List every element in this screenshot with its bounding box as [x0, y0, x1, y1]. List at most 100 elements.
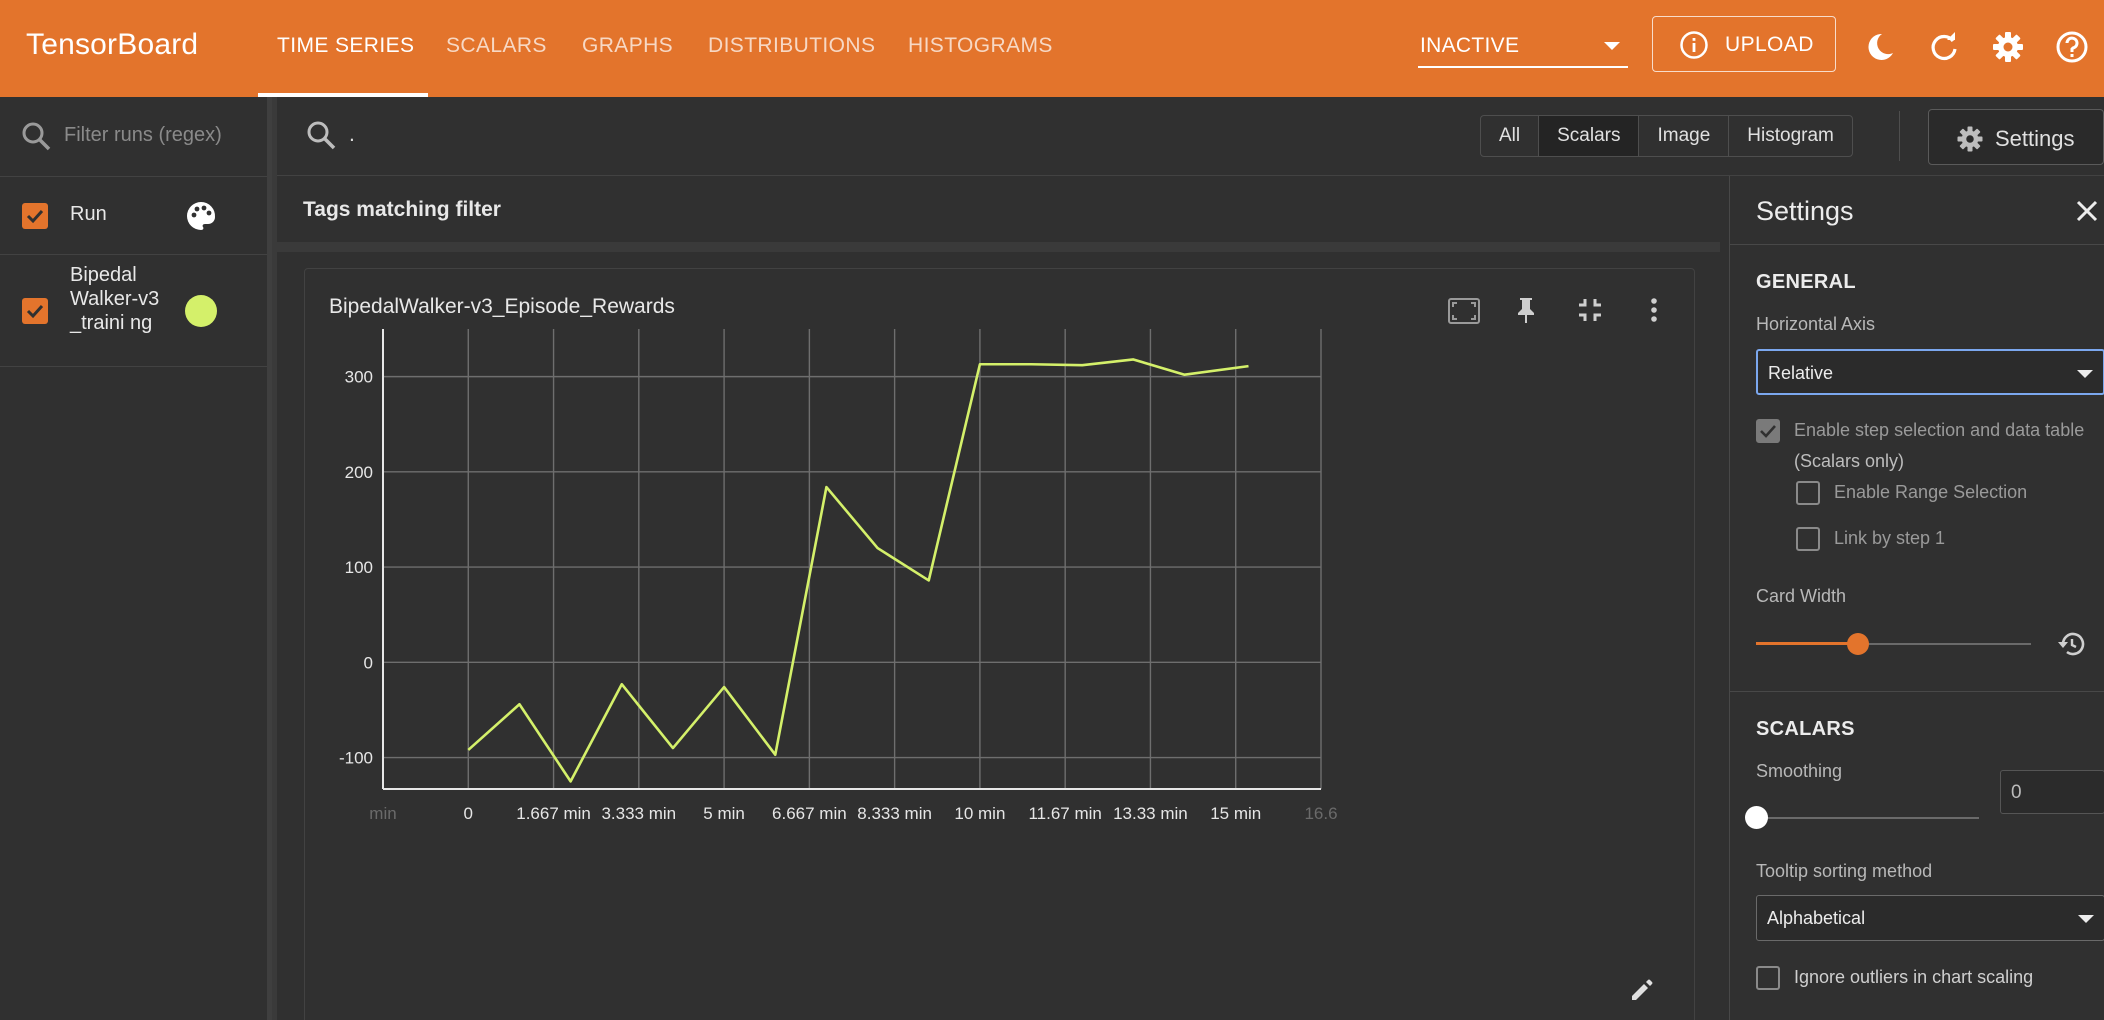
checkmark-icon	[26, 209, 44, 224]
y-tick-label: 100	[345, 558, 373, 577]
y-tick-label: 0	[364, 653, 373, 672]
smoothing-slider-track[interactable]	[1756, 817, 1979, 819]
help-icon[interactable]	[2054, 29, 2090, 65]
scalar-card: BipedalWalker-v3_Episode_Rewards min 0 1.6…	[304, 268, 1695, 1020]
step-selection-checkbox[interactable]	[1756, 419, 1780, 443]
x-tick-label: 13.33 min	[1113, 804, 1188, 823]
x-tick-label: 6.667 min	[772, 804, 847, 823]
tags-group-title: Tags matching filter	[303, 198, 501, 221]
inactive-plugins-select[interactable]: INACTIVE	[1418, 24, 1628, 68]
x-tick-label: 8.333 min	[857, 804, 932, 823]
plugin-type-filter: All Scalars Image Histogram	[1480, 115, 1853, 157]
upload-label: UPLOAD	[1725, 33, 1814, 56]
settings-toggle-button[interactable]: Settings	[1928, 109, 2104, 165]
smoothing-value: 0	[2011, 782, 2022, 803]
card-width-slider-fill	[1756, 642, 1858, 645]
scalars-only-note: (Scalars only)	[1794, 451, 1905, 471]
link-by-step-checkbox[interactable]	[1796, 527, 1820, 551]
tab-histograms[interactable]: HISTOGRAMS	[908, 34, 1053, 58]
settings-divider	[1730, 691, 2104, 692]
run-name: Bipedal Walker-v3_traini ng	[70, 264, 160, 334]
edit-pencil-icon[interactable]	[1627, 975, 1657, 1005]
gear-icon	[1957, 126, 1983, 152]
general-section-heading: GENERAL	[1756, 271, 1856, 293]
select-all-runs-checkbox[interactable]	[22, 203, 48, 229]
scalars-section-heading: SCALARS	[1756, 718, 1855, 740]
tab-graphs[interactable]: GRAPHS	[582, 34, 673, 58]
link-by-step-label: Link by step 1	[1834, 528, 1946, 548]
x-tick-label: 1.667 min	[516, 804, 591, 823]
inactive-select-value: INACTIVE	[1420, 34, 1520, 57]
chevron-down-icon	[1604, 42, 1620, 50]
smoothing-input[interactable]: 0	[2000, 770, 2104, 814]
x-tick-label: 16.6	[1304, 804, 1337, 823]
chevron-down-icon	[2078, 915, 2094, 923]
run-color-swatch[interactable]	[185, 295, 217, 327]
top-app-bar: TensorBoard TIME SERIES SCALARS GRAPHS D…	[0, 0, 2104, 97]
runs-panel: Filter runs (regex) Run Bipedal Walker-v…	[0, 97, 272, 1020]
checkmark-icon	[26, 304, 44, 319]
checkmark-icon	[1760, 425, 1776, 438]
tooltip-sort-value: Alphabetical	[1767, 908, 1866, 928]
type-filter-image[interactable]: Image	[1639, 116, 1730, 156]
tensorboard-app: TensorBoard TIME SERIES SCALARS GRAPHS D…	[0, 0, 2104, 1020]
tab-distributions[interactable]: DISTRIBUTIONS	[708, 34, 875, 58]
chevron-down-icon	[2077, 370, 2093, 378]
tab-time-series[interactable]: TIME SERIES	[277, 34, 414, 58]
x-tick-label: 11.67 min	[1028, 804, 1101, 823]
run-filter-input[interactable]: Filter runs (regex)	[0, 97, 267, 177]
range-selection-label: Enable Range Selection	[1834, 482, 2028, 502]
x-tick-label: 3.333 min	[601, 804, 676, 823]
refresh-icon[interactable]	[1926, 29, 1962, 65]
group-separator	[277, 242, 1720, 252]
ignore-outliers-checkbox[interactable]	[1756, 966, 1780, 990]
tag-filter-bar: . All Scalars Image Histogram Settings	[277, 97, 2104, 176]
settings-panel-title: Settings	[1756, 196, 1854, 226]
smoothing-label: Smoothing	[1756, 761, 1843, 781]
info-icon	[1680, 31, 1708, 59]
settings-divider	[1730, 244, 2104, 245]
brand-title: TensorBoard	[26, 28, 199, 61]
type-filter-all[interactable]: All	[1481, 116, 1540, 156]
run-checkbox[interactable]	[22, 298, 48, 324]
close-icon[interactable]	[2074, 198, 2100, 224]
y-tick-label: -100	[339, 749, 373, 768]
runs-table-header: Run	[0, 177, 267, 255]
x-tick-label: min	[369, 804, 396, 823]
horizontal-axis-select[interactable]: Relative	[1756, 349, 2104, 395]
smoothing-slider-thumb[interactable]	[1745, 806, 1768, 829]
toolbar-divider	[1899, 111, 1900, 161]
x-tick-label: 5 min	[703, 804, 745, 823]
run-row[interactable]: Bipedal Walker-v3_traini ng	[0, 255, 267, 367]
palette-icon[interactable]	[184, 199, 218, 233]
search-icon	[307, 121, 336, 150]
dark-mode-moon-icon[interactable]	[1862, 29, 1898, 65]
reset-history-icon[interactable]	[2055, 628, 2087, 660]
y-tick-label: 200	[345, 463, 373, 482]
tooltip-sort-select[interactable]: Alphabetical	[1756, 895, 2104, 941]
run-filter-placeholder: Filter runs (regex)	[64, 124, 222, 146]
gear-icon[interactable]	[1990, 29, 2026, 65]
tooltip-sort-label: Tooltip sorting method	[1756, 861, 1933, 881]
tab-scalars[interactable]: SCALARS	[446, 34, 547, 58]
line-chart[interactable]: min 0 1.667 min 3.333 min 5 min 6.667 min 8.33…	[305, 269, 1696, 1020]
x-tick-label: 15 min	[1210, 804, 1261, 823]
search-icon	[22, 122, 51, 151]
horizontal-axis-value: Relative	[1768, 363, 1834, 383]
type-filter-histogram[interactable]: Histogram	[1729, 116, 1852, 156]
y-tick-label: 300	[345, 368, 373, 387]
settings-panel: Settings GENERAL Horizontal Axis Relativ…	[1729, 176, 2104, 1020]
type-filter-scalars[interactable]: Scalars	[1539, 116, 1640, 156]
tag-filter-input[interactable]: .	[349, 123, 355, 147]
horizontal-axis-label: Horizontal Axis	[1756, 314, 1876, 334]
card-width-slider-thumb[interactable]	[1846, 633, 1869, 655]
range-selection-checkbox[interactable]	[1796, 481, 1820, 505]
run-column-header: Run	[70, 203, 107, 225]
x-tick-label: 10 min	[954, 804, 1005, 823]
settings-button-label: Settings	[1995, 126, 2075, 151]
card-width-label: Card Width	[1756, 586, 1847, 606]
x-tick-label: 0	[464, 804, 473, 823]
step-selection-label: Enable step selection and data table	[1794, 420, 2085, 440]
upload-button[interactable]: UPLOAD	[1652, 16, 1836, 72]
series-line	[467, 358, 1249, 783]
